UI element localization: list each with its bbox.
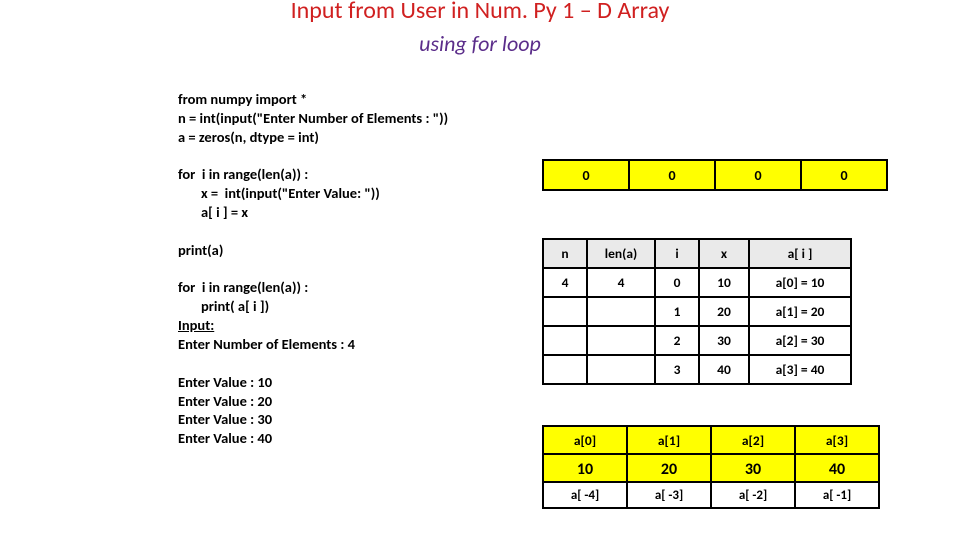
cell: [543, 355, 587, 384]
cell: 3: [655, 355, 699, 384]
slide-title: Input from User in Num. Py 1 – D Array: [0, 0, 960, 25]
value-cell: 10: [543, 454, 627, 484]
cell: 40: [699, 355, 749, 384]
cell: [587, 297, 655, 326]
code-line: x = int(input("Enter Value: ")): [178, 184, 380, 202]
code-line: print( a[ i ]): [178, 297, 269, 315]
neg-index-cell: a[ -2]: [711, 482, 795, 508]
cell: a[2] = 30: [749, 326, 851, 355]
cell: 4: [543, 268, 587, 297]
table-row: 1 20 a[1] = 20: [543, 297, 851, 326]
cell: [543, 326, 587, 355]
code-line: Enter Value : 10: [178, 373, 272, 391]
table-row: 2 30 a[2] = 30: [543, 326, 851, 355]
code-line: a = zeros(n, dtype = int): [178, 128, 319, 146]
code-line: Enter Value : 30: [178, 410, 272, 428]
slide-subtitle: using for loop: [0, 30, 960, 57]
neg-index-cell: a[ -3]: [627, 482, 711, 508]
pos-index-cell: a[1]: [627, 426, 711, 454]
cell: [587, 355, 655, 384]
final-val-row: 10 20 30 40: [543, 454, 879, 484]
input-label: Input:: [178, 316, 214, 334]
zeros-array: 0 0 0 0: [542, 159, 888, 191]
value-cell: 20: [627, 454, 711, 484]
cell: 4: [587, 268, 655, 297]
pos-index-cell: a[0]: [543, 426, 627, 454]
col-len: len(a): [587, 239, 655, 268]
code-line: for i in range(len(a)) :: [178, 278, 308, 296]
col-i: i: [655, 239, 699, 268]
code-line: Enter Value : 40: [178, 429, 272, 447]
cell: [587, 326, 655, 355]
cell: [543, 297, 587, 326]
value-cell: 40: [795, 454, 879, 484]
code-line: Enter Value : 20: [178, 392, 272, 410]
code-line: n = int(input("Enter Number of Elements …: [178, 109, 448, 127]
col-n: n: [543, 239, 587, 268]
code-line: print(a): [178, 241, 223, 259]
cell: 0: [655, 268, 699, 297]
neg-index-cell: a[ -1]: [795, 482, 879, 508]
table-header-row: n len(a) i x a[ i ]: [543, 239, 851, 268]
pos-index-cell: a[2]: [711, 426, 795, 454]
col-ai: a[ i ]: [749, 239, 851, 268]
code-line: a[ i ] = x: [178, 203, 248, 221]
final-pos-row: a[0] a[1] a[2] a[3]: [543, 426, 879, 454]
trace-table: n len(a) i x a[ i ] 4 4 0 10 a[0] = 10 1…: [542, 238, 852, 385]
cell: 20: [699, 297, 749, 326]
neg-index-cell: a[ -4]: [543, 482, 627, 508]
code-line: Enter Number of Elements : 4: [178, 335, 355, 353]
cell: a[3] = 40: [749, 355, 851, 384]
value-cell: 30: [711, 454, 795, 484]
zeros-cell: 0: [800, 159, 888, 191]
neg-index-row: a[ -4] a[ -3] a[ -2] a[ -1]: [542, 481, 880, 509]
cell: 10: [699, 268, 749, 297]
zeros-cell: 0: [628, 159, 716, 191]
cell: a[0] = 10: [749, 268, 851, 297]
cell: 1: [655, 297, 699, 326]
code-block: from numpy import * n = int(input("Enter…: [178, 90, 448, 448]
table-row: 3 40 a[3] = 40: [543, 355, 851, 384]
code-line: from numpy import *: [178, 90, 307, 108]
col-x: x: [699, 239, 749, 268]
cell: 30: [699, 326, 749, 355]
zeros-cell: 0: [714, 159, 802, 191]
cell: 2: [655, 326, 699, 355]
pos-index-cell: a[3]: [795, 426, 879, 454]
zeros-cell: 0: [542, 159, 630, 191]
table-row: 4 4 0 10 a[0] = 10: [543, 268, 851, 297]
final-array-table: a[0] a[1] a[2] a[3] 10 20 30 40: [542, 425, 880, 485]
cell: a[1] = 20: [749, 297, 851, 326]
code-line: for i in range(len(a)) :: [178, 165, 308, 183]
